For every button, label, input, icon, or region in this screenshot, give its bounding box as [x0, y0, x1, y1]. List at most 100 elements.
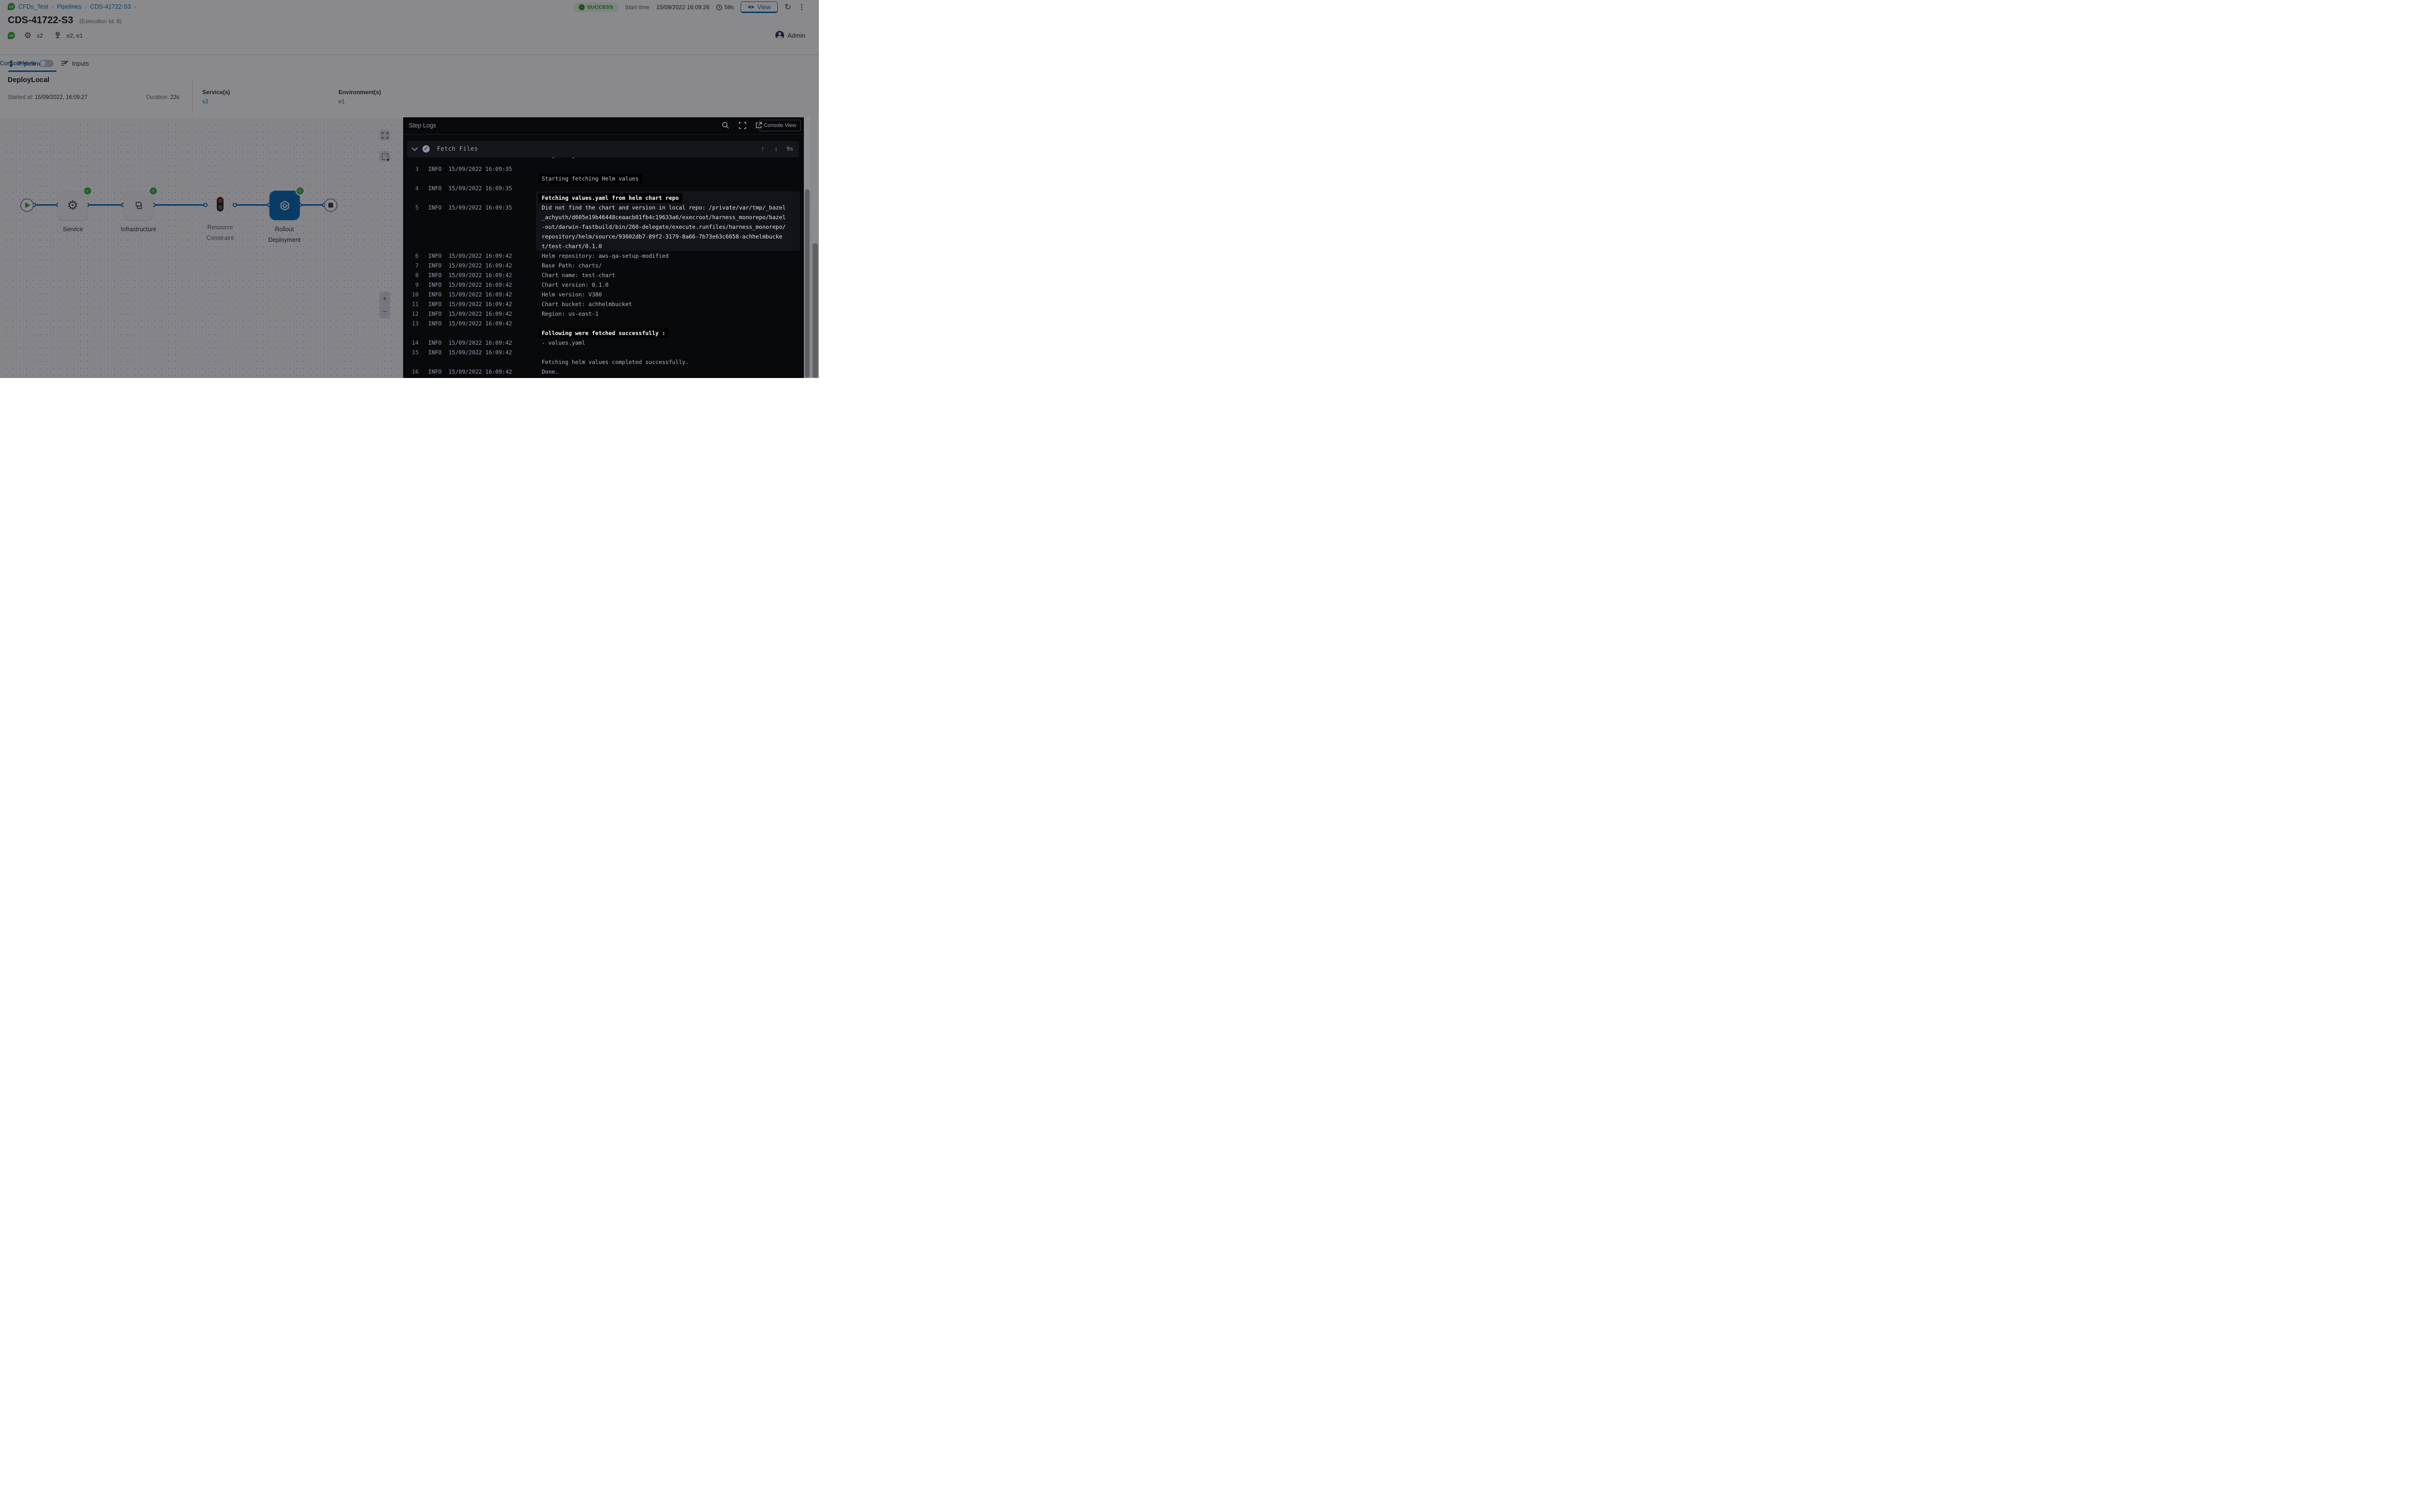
- log-message: _achyuth/d605e19b46448ceaacb01fb4c19633a…: [542, 212, 786, 222]
- helm-icon: [279, 200, 291, 211]
- tab-pipeline[interactable]: Pipeline: [8, 55, 42, 71]
- node-infrastructure[interactable]: [124, 191, 153, 220]
- log-message: Starting fetching Helm values: [538, 174, 642, 183]
- start-node[interactable]: [20, 198, 34, 212]
- zoom-out-icon[interactable]: −: [379, 308, 390, 315]
- log-message: Chart bucket: achhelmbucket: [542, 299, 632, 309]
- infrastructure-icon: [132, 199, 145, 212]
- log-level: INFO: [428, 183, 442, 193]
- tab-bar: Pipeline Inputs Console View: [0, 55, 819, 72]
- canvas-fullscreen-button[interactable]: [379, 130, 390, 140]
- log-row[interactable]: 6INFO15/09/2022 16:09:42Helm repository:…: [403, 251, 797, 261]
- log-timestamp: 15/09/2022 16:09:35: [449, 164, 512, 174]
- log-row[interactable]: 16INFO15/09/2022 16:09:42Done.: [403, 367, 797, 377]
- traffic-light-red: [218, 198, 223, 203]
- view-button[interactable]: View: [741, 1, 778, 13]
- log-level: INFO: [428, 270, 442, 280]
- edge: [235, 204, 269, 206]
- environments-link[interactable]: e1: [338, 98, 345, 105]
- log-level: INFO: [428, 164, 442, 174]
- canvas-zoom-control[interactable]: + −: [379, 292, 390, 319]
- breadcrumb-pipeline-name[interactable]: CDS-41722-S3: [90, 3, 131, 10]
- page-scrollbar[interactable]: [812, 117, 819, 378]
- log-message: t/test-chart/0.1.0: [542, 241, 602, 251]
- breadcrumb-separator: ›: [85, 3, 87, 10]
- log-row[interactable]: 5INFO15/09/2022 16:09:35Did not find the…: [403, 203, 797, 212]
- log-line-number: 10: [406, 290, 419, 299]
- log-message: Region: us-east-1: [542, 309, 599, 319]
- log-row[interactable]: 14INFO15/09/2022 16:09:42- values.yaml: [403, 338, 797, 348]
- log-row[interactable]: Fetching values.yaml from helm chart rep…: [403, 193, 797, 203]
- log-timestamp: 15/09/2022 16:09:42: [449, 290, 512, 299]
- log-row[interactable]: 9INFO15/09/2022 16:09:42Chart version: 0…: [403, 280, 797, 290]
- log-line-number: 13: [406, 319, 419, 328]
- edge: [154, 204, 206, 206]
- refresh-icon[interactable]: ↻: [785, 3, 791, 11]
- stage-info-bar: DeployLocal Started at: 15/09/2022, 16:0…: [0, 72, 819, 119]
- zoom-in-icon[interactable]: +: [379, 294, 390, 302]
- log-row[interactable]: t/test-chart/0.1.0: [403, 241, 797, 251]
- services-link[interactable]: s2: [202, 98, 209, 105]
- log-row[interactable]: Following were fetched successfully :: [403, 328, 797, 338]
- environments-label: Environment(s): [338, 89, 381, 96]
- log-level: INFO: [428, 280, 442, 290]
- user-box[interactable]: Admin: [775, 31, 805, 40]
- log-row[interactable]: 7INFO15/09/2022 16:09:42Base Path: chart…: [403, 261, 797, 270]
- log-row[interactable]: Starting fetching Helm values: [403, 174, 797, 183]
- environment-icon: [54, 32, 61, 39]
- execution-id: (Execution Id: 8): [80, 18, 122, 25]
- tab-inputs[interactable]: Inputs: [61, 55, 89, 71]
- breadcrumb-pipelines[interactable]: Pipelines: [57, 3, 82, 10]
- node-rollout-deployment[interactable]: [269, 191, 300, 220]
- log-line-number: 16: [406, 367, 419, 377]
- log-level: INFO: [428, 203, 442, 212]
- log-scrollbar[interactable]: [804, 117, 811, 378]
- log-row[interactable]: 10INFO15/09/2022 16:09:42Helm version: V…: [403, 290, 797, 299]
- log-timestamp: 15/09/2022 16:09:42: [449, 280, 512, 290]
- log-row[interactable]: Fetching helm values completed successfu…: [403, 357, 797, 367]
- log-row[interactable]: -out/darwin-fastbuild/bin/260-delegate/e…: [403, 222, 797, 232]
- log-row[interactable]: 12INFO15/09/2022 16:09:42Region: us-east…: [403, 309, 797, 319]
- scrollbar-thumb[interactable]: [805, 189, 810, 378]
- environment-chip[interactable]: e2, e1: [67, 32, 83, 39]
- log-level: INFO: [428, 309, 442, 319]
- stage-started: Started at: 15/09/2022, 16:09:27: [8, 95, 87, 100]
- log-row[interactable]: repository/helm/source/93602db7-89f2-317…: [403, 232, 797, 241]
- log-line-number: 3: [406, 164, 419, 174]
- node-resource-constraint[interactable]: [217, 197, 224, 211]
- service-chip[interactable]: s2: [37, 32, 43, 39]
- log-row[interactable]: 3 INFO 15/09/2022 16:09:35: [403, 164, 797, 174]
- log-message: Base Path: charts/: [542, 261, 602, 270]
- log-row[interactable]: 13INFO15/09/2022 16:09:42: [403, 319, 797, 328]
- gear-icon: ⚙: [67, 201, 78, 210]
- log-row[interactable]: 15INFO15/09/2022 16:09:42: [403, 348, 797, 357]
- breadcrumb-project[interactable]: CFDs_Test: [18, 3, 48, 10]
- log-row[interactable]: 4INFO15/09/2022 16:09:35: [403, 183, 797, 193]
- started-value: 15/09/2022, 16:09:27: [35, 95, 87, 100]
- log-timestamp: 15/09/2022 16:09:42: [449, 261, 512, 270]
- pipeline-icon: [8, 60, 14, 67]
- tab-pipeline-label: Pipeline: [18, 60, 42, 67]
- end-node[interactable]: [324, 198, 337, 212]
- status-badge: ✓ SUCCESS: [574, 2, 618, 12]
- port: [203, 203, 208, 207]
- tab-inputs-label: Inputs: [72, 60, 89, 67]
- log-row[interactable]: _achyuth/d605e19b46448ceaacb01fb4c19633a…: [403, 212, 797, 222]
- status-text: SUCCESS: [587, 4, 613, 10]
- log-row[interactable]: 11INFO15/09/2022 16:09:42Chart bucket: a…: [403, 299, 797, 309]
- node-service[interactable]: ⚙: [58, 191, 87, 220]
- log-row[interactable]: 8INFO15/09/2022 16:09:42Chart name: test…: [403, 270, 797, 280]
- console-view-toggle-group: Console View: [0, 55, 819, 71]
- marquee-select-icon: [382, 154, 388, 160]
- log-timestamp: 15/09/2022 16:09:42: [449, 319, 512, 328]
- elapsed-time: 59s: [716, 4, 733, 11]
- node-label-constraint: Constraint: [184, 235, 256, 241]
- log-timestamp: 15/09/2022 16:09:42: [449, 367, 512, 377]
- scrollbar-thumb[interactable]: [813, 243, 818, 378]
- canvas-marquee-button[interactable]: [379, 151, 390, 162]
- node-label-resource: Resource: [184, 224, 256, 231]
- chips-row: ⚙ s2 e2, e1: [8, 31, 83, 40]
- console-view-switch[interactable]: [40, 60, 54, 67]
- more-menu-icon[interactable]: ⋮: [798, 3, 805, 11]
- user-name: Admin: [787, 32, 805, 39]
